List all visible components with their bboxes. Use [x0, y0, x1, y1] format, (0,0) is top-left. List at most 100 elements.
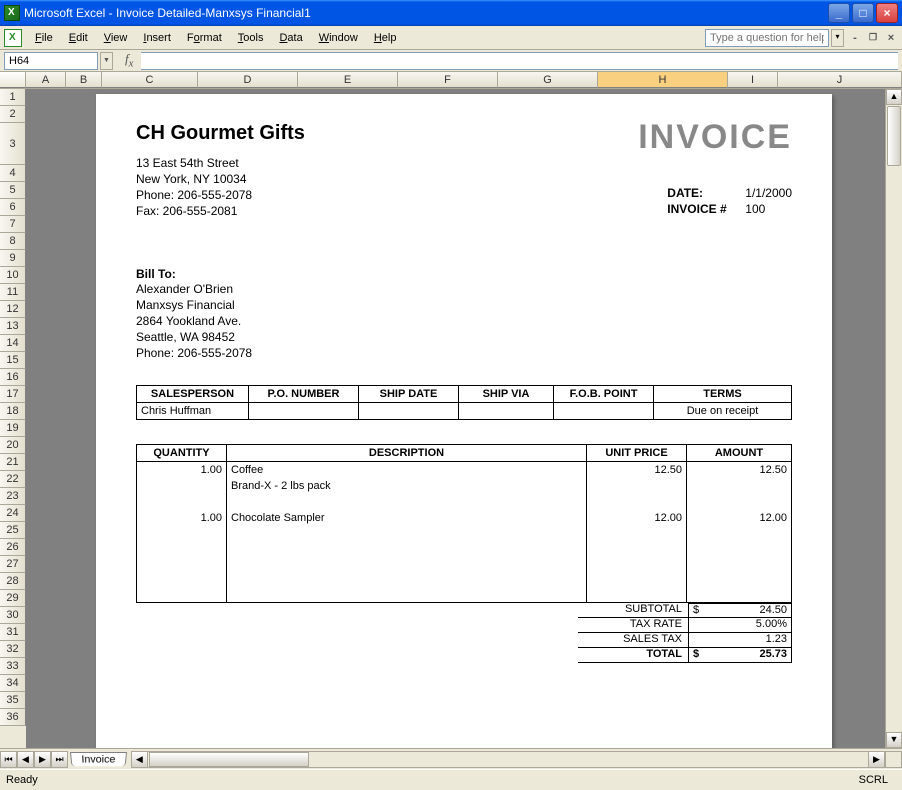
col-header-I[interactable]: I — [728, 72, 778, 88]
invoice-heading: INVOICE — [638, 118, 792, 157]
row-header-30[interactable]: 30 — [0, 607, 26, 624]
row-header-9[interactable]: 9 — [0, 250, 26, 267]
row-header-16[interactable]: 16 — [0, 369, 26, 386]
tab-nav-prev[interactable]: ◀ — [17, 751, 34, 768]
col-header-E[interactable]: E — [298, 72, 398, 88]
row-header-19[interactable]: 19 — [0, 420, 26, 437]
row-header-4[interactable]: 4 — [0, 165, 26, 182]
scroll-right-icon[interactable]: ▶ — [868, 752, 884, 767]
row-header-33[interactable]: 33 — [0, 658, 26, 675]
tab-nav-last[interactable]: ⏭ — [51, 751, 68, 768]
close-button[interactable]: × — [876, 3, 898, 23]
sheet-tab-invoice[interactable]: Invoice — [70, 752, 127, 766]
menu-view[interactable]: View — [97, 29, 135, 47]
doc-restore-button[interactable]: ❐ — [866, 31, 880, 45]
date-value: 1/1/2000 — [745, 186, 792, 200]
col-header-A[interactable]: A — [26, 72, 66, 88]
row-header-11[interactable]: 11 — [0, 284, 26, 301]
row-header-29[interactable]: 29 — [0, 590, 26, 607]
col-header-B[interactable]: B — [66, 72, 102, 88]
row-header-7[interactable]: 7 — [0, 216, 26, 233]
row-header-2[interactable]: 2 — [0, 106, 26, 123]
menu-help[interactable]: Help — [367, 29, 404, 47]
formula-input[interactable] — [141, 52, 898, 70]
row-header-36[interactable]: 36 — [0, 709, 26, 726]
excel-doc-icon[interactable] — [4, 29, 22, 47]
row-header-27[interactable]: 27 — [0, 556, 26, 573]
col-header-H[interactable]: H — [598, 72, 728, 88]
help-dropdown-icon[interactable]: ▾ — [831, 29, 844, 47]
row-header-24[interactable]: 24 — [0, 505, 26, 522]
row-header-14[interactable]: 14 — [0, 335, 26, 352]
row-header-31[interactable]: 31 — [0, 624, 26, 641]
row-header-10[interactable]: 10 — [0, 267, 26, 284]
scroll-up-icon[interactable]: ▲ — [886, 89, 902, 105]
help-search-input[interactable] — [705, 29, 829, 47]
menu-data[interactable]: Data — [272, 29, 309, 47]
row-header-20[interactable]: 20 — [0, 437, 26, 454]
col-amt-body: 12.50 12.00 — [687, 462, 791, 602]
hscroll-thumb[interactable] — [149, 752, 309, 767]
bill-addr: 2864 Yookland Ave. — [136, 313, 792, 329]
select-all-corner[interactable] — [0, 72, 26, 88]
vertical-scrollbar[interactable]: ▲ ▼ — [885, 89, 902, 748]
name-box[interactable]: H64 — [4, 52, 98, 70]
menu-edit[interactable]: Edit — [62, 29, 95, 47]
td-po — [249, 403, 359, 420]
col-header-C[interactable]: C — [102, 72, 198, 88]
th-desc: DESCRIPTION — [227, 445, 587, 461]
horizontal-scrollbar[interactable]: ◀ ▶ — [131, 751, 885, 768]
row-header-13[interactable]: 13 — [0, 318, 26, 335]
total-label: TOTAL — [578, 648, 688, 663]
row-header-8[interactable]: 8 — [0, 233, 26, 250]
col-header-F[interactable]: F — [398, 72, 498, 88]
row-header-25[interactable]: 25 — [0, 522, 26, 539]
scroll-thumb[interactable] — [887, 106, 901, 166]
row-header-34[interactable]: 34 — [0, 675, 26, 692]
row-header-17[interactable]: 17 — [0, 386, 26, 403]
maximize-button[interactable]: □ — [852, 3, 874, 23]
scroll-left-icon[interactable]: ◀ — [132, 752, 148, 767]
name-box-dropdown-icon[interactable]: ▼ — [100, 52, 113, 70]
td-shipvia — [459, 403, 554, 420]
row-header-1[interactable]: 1 — [0, 89, 26, 106]
doc-close-button[interactable]: × — [884, 31, 898, 45]
row-header-12[interactable]: 12 — [0, 301, 26, 318]
menu-insert[interactable]: Insert — [136, 29, 178, 47]
row-header-5[interactable]: 5 — [0, 182, 26, 199]
fx-icon[interactable]: fx — [125, 51, 133, 70]
menu-window[interactable]: Window — [312, 29, 365, 47]
row-header-23[interactable]: 23 — [0, 488, 26, 505]
date-label: DATE: — [667, 186, 745, 200]
scroll-down-icon[interactable]: ▼ — [886, 732, 902, 748]
row-header-22[interactable]: 22 — [0, 471, 26, 488]
row-header-15[interactable]: 15 — [0, 352, 26, 369]
salestax-value: 1.23 — [688, 633, 792, 648]
row-header-6[interactable]: 6 — [0, 199, 26, 216]
row-header-32[interactable]: 32 — [0, 641, 26, 658]
th-salesperson: SALESPERSON — [137, 386, 249, 403]
menu-format[interactable]: Format — [180, 29, 229, 47]
row-header-28[interactable]: 28 — [0, 573, 26, 590]
item-amt: 12.00 — [691, 512, 787, 528]
doc-minimize-button[interactable]: - — [848, 31, 862, 45]
item-desc: Chocolate Sampler — [231, 512, 582, 528]
menu-file[interactable]: File — [28, 29, 60, 47]
menu-tools[interactable]: Tools — [231, 29, 271, 47]
sheet-area[interactable]: CH Gourmet Gifts INVOICE 13 East 54th St… — [26, 89, 885, 748]
minimize-button[interactable]: _ — [828, 3, 850, 23]
row-header-21[interactable]: 21 — [0, 454, 26, 471]
col-header-G[interactable]: G — [498, 72, 598, 88]
invoice-page: CH Gourmet Gifts INVOICE 13 East 54th St… — [96, 94, 832, 748]
row-header-35[interactable]: 35 — [0, 692, 26, 709]
salestax-label: SALES TAX — [578, 633, 688, 648]
tab-nav-first[interactable]: ⏮ — [0, 751, 17, 768]
window-title: Microsoft Excel - Invoice Detailed-Manxs… — [24, 6, 828, 20]
col-header-J[interactable]: J — [778, 72, 902, 88]
col-header-D[interactable]: D — [198, 72, 298, 88]
row-header-18[interactable]: 18 — [0, 403, 26, 420]
invno-value: 100 — [745, 202, 765, 216]
tab-nav-next[interactable]: ▶ — [34, 751, 51, 768]
row-header-26[interactable]: 26 — [0, 539, 26, 556]
row-header-3[interactable]: 3 — [0, 123, 26, 165]
